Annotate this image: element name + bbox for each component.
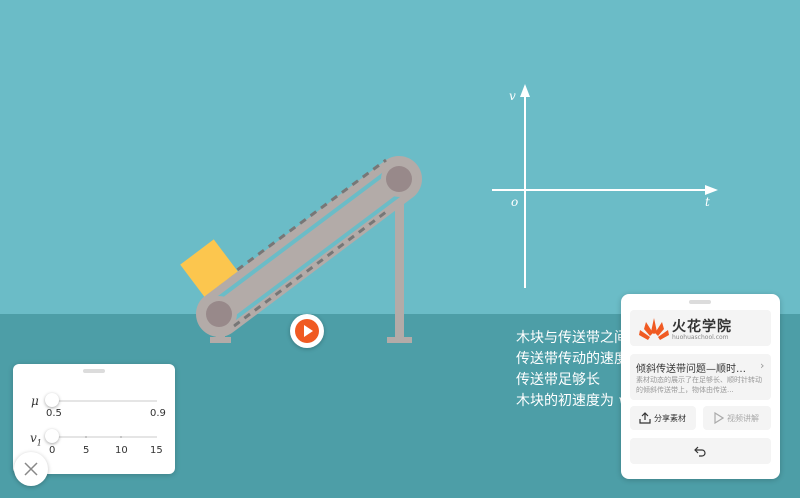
share-material-button[interactable]: 分享素材 — [630, 406, 696, 430]
desc-line-2: 传送带传动的速度 — [516, 351, 628, 367]
share-icon — [639, 412, 651, 424]
resource-title: 倾斜传送带问题—顺时针、... — [636, 364, 754, 375]
pulley-upper — [381, 161, 417, 197]
share-material-label: 分享素材 — [654, 414, 686, 423]
pulley-lower — [201, 296, 237, 332]
video-play-icon — [714, 412, 724, 424]
mu-slider-knob[interactable] — [45, 393, 59, 407]
support-base-left — [210, 337, 231, 343]
panel-drag-handle[interactable] — [83, 369, 105, 373]
origin-label: o — [511, 195, 519, 209]
v-axis-label: v — [509, 89, 516, 103]
v1-tick-label-15: 15 — [150, 445, 163, 456]
play-button[interactable] — [290, 314, 324, 348]
condition-description: 木块与传送带之间 传送带传动的速度 传送带足够长 木块的初速度为 v₀ — [516, 328, 632, 412]
v1-label-main: v — [30, 431, 37, 445]
v1-slider-track[interactable] — [51, 436, 157, 438]
desc-line-4-text: 木块的初速度为 — [516, 393, 614, 409]
v1-tick-mark — [120, 436, 122, 438]
close-button[interactable] — [14, 452, 48, 486]
t-axis-label: t — [705, 195, 710, 209]
v1-tick-label-10: 10 — [115, 445, 128, 456]
resource-card: 火花学院 huohuaschool.com 倾斜传送带问题—顺时针、... › … — [621, 294, 780, 479]
play-icon — [295, 319, 319, 343]
close-icon — [24, 462, 38, 476]
video-explain-button[interactable]: 视频讲解 — [703, 406, 771, 430]
v1-tick-label-5: 5 — [83, 445, 90, 456]
mu-max-label: 0.9 — [150, 408, 166, 419]
undo-icon — [694, 446, 706, 457]
resource-description: 素材动态的展示了在足够长、顺时针转动的倾斜传送带上，物体由传送... — [636, 376, 762, 394]
back-button[interactable] — [630, 438, 771, 464]
v1-slider-knob[interactable] — [45, 429, 59, 443]
conveyor-belt — [196, 156, 422, 337]
brand-name: 火花学院 — [672, 319, 732, 335]
card-drag-handle[interactable] — [689, 300, 711, 304]
video-explain-label: 视频讲解 — [727, 414, 759, 423]
brand-logo-area: 火花学院 huohuaschool.com — [630, 310, 771, 346]
v1-label: v1 — [30, 431, 42, 447]
desc-line-3: 传送带足够长 — [516, 372, 600, 388]
flame-logo-icon — [639, 318, 669, 340]
mu-min-label: 0.5 — [46, 408, 62, 419]
simulation-stage: v o t 木块与传送带之间 传送带传动的速度 传送带足够长 木块的初速度为 v… — [0, 0, 800, 498]
desc-line-4: 木块的初速度为 v₀ — [516, 391, 632, 412]
support-base-right — [387, 337, 412, 343]
chevron-right-icon: › — [760, 359, 765, 372]
v1-tick-label-0: 0 — [49, 445, 56, 456]
mu-label: μ — [31, 394, 39, 408]
resource-info[interactable]: 倾斜传送带问题—顺时针、... › 素材动态的展示了在足够长、顺时针转动的倾斜传… — [630, 354, 771, 400]
mu-slider-track[interactable] — [51, 400, 157, 402]
v1-tick-mark — [85, 436, 87, 438]
vt-graph-axes — [492, 84, 718, 288]
desc-line-1: 木块与传送带之间 — [516, 330, 628, 346]
brand-url: huohuaschool.com — [672, 334, 729, 341]
v1-label-sub: 1 — [36, 438, 42, 448]
